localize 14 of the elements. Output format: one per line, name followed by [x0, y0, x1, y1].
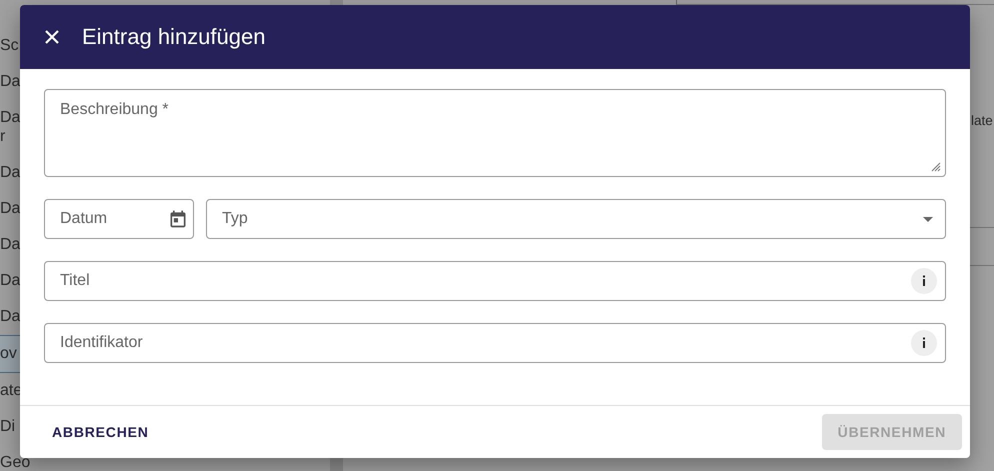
date-field[interactable]: Datum	[44, 199, 194, 239]
info-icon[interactable]	[911, 268, 937, 294]
content-text: late	[971, 113, 993, 128]
input-field[interactable]: Identifikator	[44, 323, 946, 363]
dropdown-arrow-icon	[923, 216, 933, 222]
description-field[interactable]: Beschreibung *	[44, 89, 946, 177]
dialog-title: Eintrag hinzufügen	[82, 24, 266, 50]
type-select[interactable]: Typ	[206, 199, 946, 239]
resize-grip-icon[interactable]	[931, 162, 941, 172]
input-field[interactable]: Titel	[44, 261, 946, 301]
close-icon	[44, 29, 60, 45]
cancel-button[interactable]: ABBRECHEN	[36, 414, 165, 450]
calendar-icon[interactable]	[168, 209, 188, 229]
info-icon[interactable]	[911, 330, 937, 356]
